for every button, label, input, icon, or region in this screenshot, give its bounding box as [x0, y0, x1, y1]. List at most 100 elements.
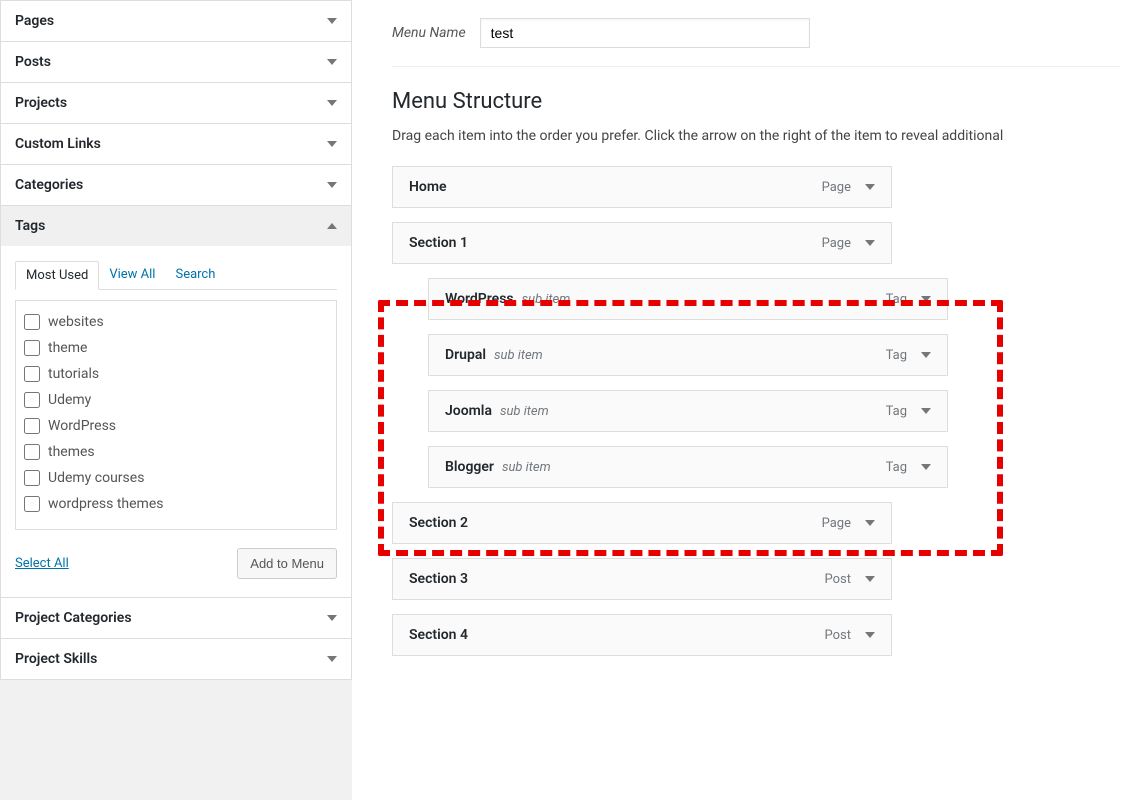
- accordion-categories-label: Categories: [15, 177, 83, 193]
- accordion-pages-label: Pages: [15, 13, 54, 29]
- menu-item-title: Drupal: [445, 347, 486, 363]
- tag-item[interactable]: WordPress: [20, 413, 332, 439]
- chevron-down-icon[interactable]: [921, 296, 931, 302]
- tag-checkbox[interactable]: [24, 392, 40, 408]
- chevron-down-icon[interactable]: [865, 520, 875, 526]
- select-all-link[interactable]: Select All: [15, 556, 69, 571]
- menu-item-sublabel: sub item: [502, 460, 551, 475]
- menu-item-type: Tag: [886, 404, 907, 419]
- tag-label: Udemy: [48, 392, 91, 408]
- tab-most-used[interactable]: Most Used: [15, 261, 99, 290]
- chevron-down-icon: [327, 656, 337, 662]
- tag-checkbox[interactable]: [24, 314, 40, 330]
- menu-item-home[interactable]: Home Page: [392, 166, 892, 208]
- menu-item-type: Tag: [886, 348, 907, 363]
- menu-item-title: Section 2: [409, 515, 468, 531]
- menu-structure-desc: Drag each item into the order you prefer…: [392, 128, 1120, 144]
- tab-view-all[interactable]: View All: [99, 261, 165, 289]
- chevron-down-icon[interactable]: [865, 576, 875, 582]
- accordion-posts[interactable]: Posts: [1, 42, 351, 82]
- menu-item-title: Joomla: [445, 403, 492, 419]
- tag-item[interactable]: Udemy: [20, 387, 332, 413]
- menu-item-title: WordPress: [445, 291, 514, 307]
- menu-item-type: Post: [825, 628, 852, 643]
- menu-editor: Menu Name Menu Structure Drag each item …: [352, 0, 1140, 800]
- tag-label: websites: [48, 314, 104, 330]
- accordion-project-categories-label: Project Categories: [15, 610, 132, 626]
- menu-item-title: Home: [409, 179, 447, 195]
- sidebar: Pages Posts Projects Custom Links: [0, 0, 352, 800]
- menu-item-type: Tag: [886, 292, 907, 307]
- tags-tabs: Most Used View All Search: [15, 261, 337, 290]
- menu-item-type: Page: [822, 180, 851, 195]
- menu-item-type: Post: [825, 572, 852, 587]
- accordion-custom-links-label: Custom Links: [15, 136, 101, 152]
- tags-list[interactable]: websites theme tutorials Udemy WordPress…: [15, 300, 337, 530]
- tag-item[interactable]: wordpress themes: [20, 491, 332, 517]
- tag-label: WordPress: [48, 418, 116, 434]
- menu-item-section-2[interactable]: Section 2 Page: [392, 502, 892, 544]
- menu-item-title: Section 1: [409, 235, 468, 251]
- chevron-down-icon[interactable]: [921, 352, 931, 358]
- menu-name-input[interactable]: [480, 18, 810, 48]
- tag-checkbox[interactable]: [24, 418, 40, 434]
- menu-item-sublabel: sub item: [522, 292, 571, 307]
- chevron-down-icon: [327, 182, 337, 188]
- tag-checkbox[interactable]: [24, 470, 40, 486]
- menu-item-sublabel: sub item: [500, 404, 549, 419]
- menu-name-label: Menu Name: [392, 25, 466, 41]
- add-to-menu-button[interactable]: Add to Menu: [237, 548, 337, 579]
- accordion-custom-links[interactable]: Custom Links: [1, 124, 351, 164]
- tags-panel: Most Used View All Search websites theme…: [1, 246, 351, 597]
- tag-label: theme: [48, 340, 87, 356]
- menu-item-section-4[interactable]: Section 4 Post: [392, 614, 892, 656]
- chevron-down-icon: [327, 141, 337, 147]
- tag-checkbox[interactable]: [24, 340, 40, 356]
- menu-item-wordpress[interactable]: WordPress sub item Tag: [428, 278, 948, 320]
- menu-item-type: Tag: [886, 460, 907, 475]
- tab-search[interactable]: Search: [165, 261, 225, 289]
- menu-item-title: Section 3: [409, 571, 468, 587]
- menu-item-drupal[interactable]: Drupal sub item Tag: [428, 334, 948, 376]
- menu-item-type: Page: [822, 516, 851, 531]
- chevron-down-icon[interactable]: [921, 464, 931, 470]
- chevron-down-icon[interactable]: [921, 408, 931, 414]
- menu-item-section-3[interactable]: Section 3 Post: [392, 558, 892, 600]
- accordion-categories[interactable]: Categories: [1, 165, 351, 205]
- menu-item-title: Section 4: [409, 627, 468, 643]
- chevron-down-icon: [327, 615, 337, 621]
- tag-checkbox[interactable]: [24, 444, 40, 460]
- chevron-up-icon: [327, 223, 337, 229]
- chevron-down-icon[interactable]: [865, 632, 875, 638]
- chevron-down-icon[interactable]: [865, 240, 875, 246]
- accordion-tags[interactable]: Tags: [1, 206, 351, 246]
- accordion-projects[interactable]: Projects: [1, 83, 351, 123]
- accordion-projects-label: Projects: [15, 95, 67, 111]
- tag-label: Udemy courses: [48, 470, 144, 486]
- tag-item[interactable]: tutorials: [20, 361, 332, 387]
- chevron-down-icon[interactable]: [865, 184, 875, 190]
- tag-checkbox[interactable]: [24, 366, 40, 382]
- menu-structure-heading: Menu Structure: [392, 89, 1120, 114]
- accordion-project-skills[interactable]: Project Skills: [1, 639, 351, 679]
- tag-checkbox[interactable]: [24, 496, 40, 512]
- chevron-down-icon: [327, 100, 337, 106]
- tag-label: tutorials: [48, 366, 99, 382]
- menu-item-type: Page: [822, 236, 851, 251]
- accordion-tags-label: Tags: [15, 218, 45, 234]
- menu-items-list: Home Page Section 1 Page WordPress: [392, 166, 1120, 656]
- accordion-project-skills-label: Project Skills: [15, 651, 97, 667]
- menu-item-title: Blogger: [445, 459, 494, 475]
- tag-item[interactable]: theme: [20, 335, 332, 361]
- menu-item-joomla[interactable]: Joomla sub item Tag: [428, 390, 948, 432]
- tag-label: themes: [48, 444, 95, 460]
- menu-item-section-1[interactable]: Section 1 Page: [392, 222, 892, 264]
- tag-item[interactable]: websites: [20, 309, 332, 335]
- chevron-down-icon: [327, 18, 337, 24]
- accordion-project-categories[interactable]: Project Categories: [1, 598, 351, 638]
- tag-item[interactable]: Udemy courses: [20, 465, 332, 491]
- menu-item-blogger[interactable]: Blogger sub item Tag: [428, 446, 948, 488]
- accordion-pages[interactable]: Pages: [1, 1, 351, 41]
- tag-label: wordpress themes: [48, 496, 163, 512]
- tag-item[interactable]: themes: [20, 439, 332, 465]
